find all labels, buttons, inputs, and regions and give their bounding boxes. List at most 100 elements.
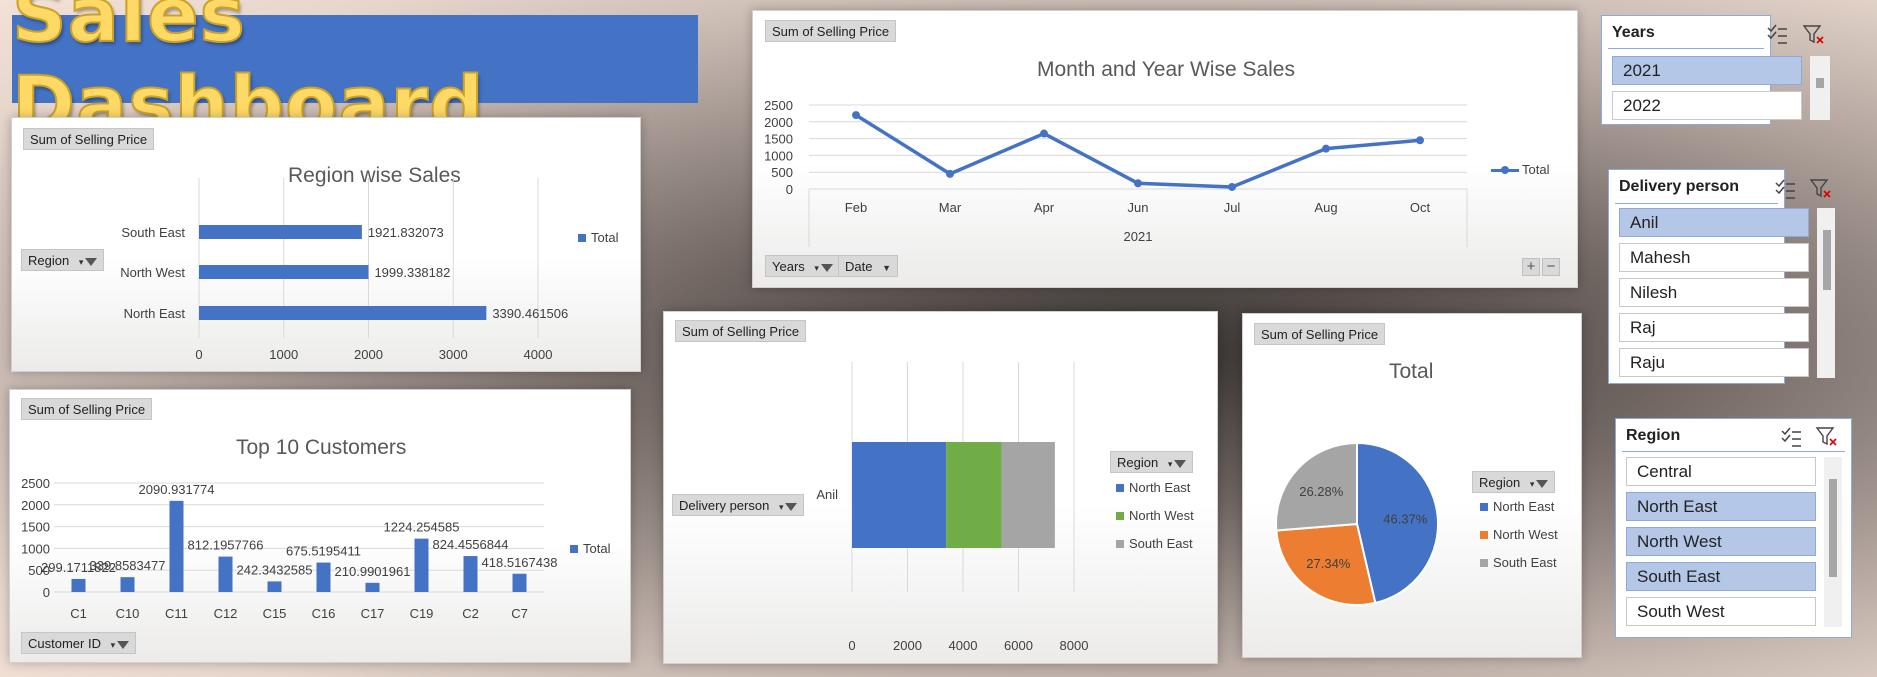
delivery-legend-label: Region [1117, 455, 1159, 470]
bar [365, 582, 380, 592]
dropdown-arrow-icon: ▾ [110, 640, 116, 650]
y-tick-label: 2500 [764, 98, 793, 113]
delivery-person-slicer[interactable]: Delivery person Anil Mahesh Nilesh Raj R… [1608, 169, 1835, 384]
pie-legend-button[interactable]: Region ▾ [1472, 471, 1556, 493]
data-point [1134, 179, 1142, 188]
legend-swatch [1116, 512, 1124, 520]
x-tick-label: 4000 [949, 638, 978, 653]
region-slicer[interactable]: Region Central North East North West Sou… [1615, 418, 1852, 638]
slicer-item-south-east[interactable]: South East [1626, 562, 1816, 591]
years-scrollbar[interactable] [1810, 56, 1830, 120]
y-tick-label: 500 [771, 165, 793, 180]
slicer-item-raju[interactable]: Raju [1619, 348, 1809, 377]
slicer-item-north-east[interactable]: North East [1626, 492, 1816, 521]
category-label: North West [120, 265, 185, 280]
bar [512, 573, 527, 592]
filter-icon [1536, 479, 1549, 488]
legend-swatch [1116, 540, 1124, 548]
legend-swatch [1480, 503, 1488, 511]
customers-chart-plot: 05001000150020002500C1299.1711822C10339.… [21, 476, 557, 621]
bar [169, 500, 184, 592]
data-label: 242.3432585 [237, 562, 313, 577]
data-label: 675.5195411 [286, 544, 361, 559]
category-label: C16 [312, 606, 336, 621]
y-tick-label: 1000 [21, 541, 50, 556]
category-label: South East [121, 225, 185, 240]
month-label: Mar [939, 200, 962, 215]
years-axis-button[interactable]: Years ▾ [765, 255, 840, 277]
slicer-item-south-west[interactable]: South West [1626, 597, 1816, 626]
years-slicer[interactable]: Years 2021 2022 [1601, 15, 1830, 125]
month-label: Jul [1224, 200, 1241, 215]
dropdown-arrow-icon: ▾ [1529, 479, 1535, 489]
bar [414, 538, 429, 592]
delivery-legend-button[interactable]: Region ▾ [1110, 451, 1194, 473]
date-axis-label: Date [845, 259, 873, 274]
expand-field-button[interactable]: + [1522, 258, 1540, 276]
slicer-item-2022[interactable]: 2022 [1612, 91, 1802, 120]
slicer-item-nilesh[interactable]: Nilesh [1619, 278, 1809, 307]
dropdown-arrow-icon: ▾ [1167, 459, 1173, 469]
region-chart-plot: 0 1000 2000 3000 4000 South East 1921.832073 No… [120, 178, 568, 362]
x-tick-label: 4000 [524, 347, 553, 362]
customers-legend: Total [570, 541, 610, 556]
stacked-bar-segment [946, 442, 1002, 548]
legend-line-marker [1491, 166, 1519, 175]
slicer-item-raj[interactable]: Raj [1619, 313, 1809, 342]
top-customers-chart[interactable]: Sum of Selling Price Top 10 Customers 05… [9, 389, 631, 663]
monthly-sales-chart[interactable]: Sum of Selling Price Month and Year Wise… [752, 10, 1578, 288]
legend-label: South East [1493, 555, 1557, 570]
region-sales-chart[interactable]: Sum of Selling Price Region wise Sales R… [11, 117, 641, 372]
data-point [1228, 182, 1236, 191]
x-tick-label: 3000 [439, 347, 468, 362]
data-label: 3390.461506 [492, 306, 568, 321]
month-label: Feb [845, 200, 867, 215]
slicer-item-north-west[interactable]: North West [1626, 527, 1816, 556]
clear-filter-icon[interactable] [1815, 425, 1839, 449]
slicer-divider [1615, 203, 1778, 204]
region-scroll-thumb[interactable] [1829, 479, 1837, 577]
data-label: 1999.338182 [374, 265, 450, 280]
category-label: North East [124, 306, 186, 321]
clear-filter-icon[interactable] [1802, 23, 1826, 47]
clear-filter-icon[interactable] [1809, 177, 1833, 201]
region-legend: Total [578, 230, 618, 245]
slicer-item-central[interactable]: Central [1626, 457, 1816, 486]
delivery-scroll-thumb[interactable] [1823, 230, 1831, 290]
select-all-icon[interactable] [1766, 23, 1788, 45]
delivery-legend-item: North East [1116, 480, 1190, 495]
delivery-person-chart[interactable]: Sum of Selling Price Delivery person ▾ 0… [663, 311, 1218, 664]
y-tick-label: 2500 [21, 476, 50, 491]
legend-swatch [1480, 531, 1488, 539]
legend-label: North West [1493, 527, 1558, 542]
category-label: C17 [361, 606, 385, 621]
slice-label: 27.34% [1306, 556, 1351, 571]
pie-legend-label: Region [1479, 475, 1521, 490]
slicer-item-anil[interactable]: Anil [1619, 208, 1809, 237]
data-label: 812.1957766 [188, 538, 264, 553]
date-axis-button[interactable]: Date ▼ [838, 255, 899, 277]
category-label: C15 [263, 606, 287, 621]
legend-label: North West [1129, 508, 1194, 523]
years-scroll-thumb[interactable] [1816, 78, 1824, 88]
slicer-item-2021[interactable]: 2021 [1612, 56, 1802, 85]
bar [463, 556, 478, 592]
bar [267, 581, 282, 592]
x-tick-label: 6000 [1004, 638, 1033, 653]
data-point [1322, 144, 1330, 153]
select-all-icon[interactable] [1780, 426, 1802, 448]
bar [199, 225, 362, 239]
slicer-item-mahesh[interactable]: Mahesh [1619, 243, 1809, 272]
collapse-field-button[interactable]: − [1542, 258, 1560, 276]
pie-legend-item: North West [1480, 527, 1558, 542]
region-pie-chart[interactable]: Sum of Selling Price Total 46.37% 27.34% 2… [1242, 313, 1582, 658]
customer-axis-button[interactable]: Customer ID ▾ [21, 632, 137, 654]
data-point [1040, 129, 1048, 138]
data-point [1416, 136, 1424, 145]
select-all-icon[interactable] [1774, 178, 1796, 200]
data-label: 824.4556844 [433, 537, 509, 552]
slice-label: 46.37% [1383, 511, 1428, 526]
x-tick-label: 2000 [354, 347, 383, 362]
category-label: C7 [511, 606, 528, 621]
category-label: Anil [816, 487, 838, 502]
